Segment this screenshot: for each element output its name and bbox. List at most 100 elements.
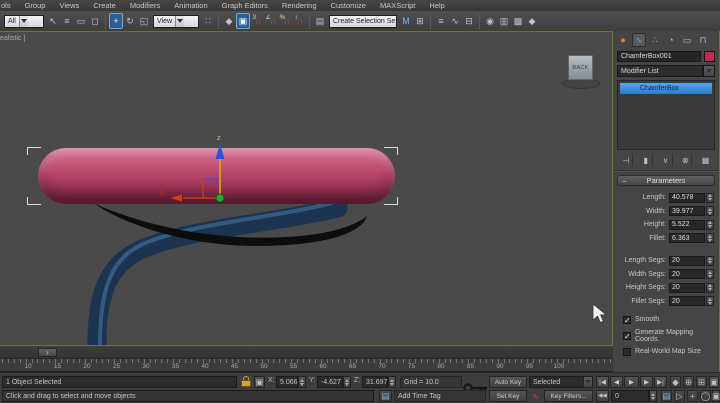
length-segs-field[interactable]: 20 bbox=[669, 256, 705, 266]
modifier-list-dropdown[interactable]: Modifier List bbox=[617, 65, 703, 77]
align-button[interactable]: ⊞ bbox=[413, 13, 427, 29]
spinner-snap-button[interactable]: ↕∩ bbox=[292, 13, 306, 29]
x-coord-field[interactable]: 5.066 bbox=[276, 376, 298, 388]
gizmo-x-arrowhead[interactable] bbox=[170, 195, 182, 202]
render-production-button[interactable]: ◆ bbox=[525, 13, 539, 29]
pan-button[interactable]: + bbox=[687, 390, 698, 402]
reference-coordinate-dropdown[interactable]: View bbox=[153, 15, 199, 28]
select-and-move-button[interactable]: + bbox=[109, 13, 123, 29]
menu-group[interactable]: Group bbox=[18, 1, 53, 10]
height-segs-field[interactable]: 20 bbox=[669, 283, 705, 293]
fillet-segs-field[interactable]: 20 bbox=[669, 296, 705, 306]
curve-editor-button[interactable]: ∿ bbox=[448, 13, 462, 29]
maximize-viewport-button[interactable]: ▣ bbox=[712, 390, 720, 402]
y-coord-spinner[interactable] bbox=[343, 376, 351, 388]
menu-views[interactable]: Views bbox=[52, 1, 86, 10]
time-slider-handle[interactable] bbox=[38, 348, 57, 357]
add-time-tag-field[interactable]: Add Time Tag bbox=[394, 390, 486, 402]
menu-animation[interactable]: Animation bbox=[167, 1, 214, 10]
time-configuration-button[interactable]: ▤ bbox=[661, 390, 672, 402]
time-tag-button[interactable]: ▤ bbox=[379, 390, 392, 402]
render-setup-button[interactable]: ▥ bbox=[497, 13, 511, 29]
width-segs-spinner[interactable] bbox=[706, 269, 714, 279]
menu-maxscript[interactable]: MAXScript bbox=[373, 1, 422, 10]
dropdown-arrow-icon[interactable] bbox=[583, 377, 592, 387]
viewcube-face[interactable]: BACK bbox=[568, 55, 593, 80]
remove-modifier-button[interactable]: ⊗ bbox=[679, 154, 692, 166]
zoom-all-button[interactable]: ⊞ bbox=[696, 376, 707, 388]
smooth-checkbox[interactable] bbox=[623, 316, 631, 324]
real-world-map-size-checkbox[interactable] bbox=[623, 348, 631, 356]
keyboard-override-button[interactable]: ▤ bbox=[313, 13, 327, 29]
rendered-frame-button[interactable]: ▩ bbox=[511, 13, 525, 29]
menu-customize[interactable]: Customize bbox=[324, 1, 373, 10]
menu-rendering[interactable]: Rendering bbox=[275, 1, 324, 10]
tab-modify[interactable]: ∿ bbox=[632, 33, 646, 47]
select-and-manipulate-button[interactable]: ◆ bbox=[222, 13, 236, 29]
snap-toggle-button[interactable]: ▣ bbox=[236, 13, 250, 29]
z-coord-field[interactable]: 31.697 bbox=[362, 376, 388, 388]
use-center-button[interactable]: ∷ bbox=[201, 13, 215, 29]
height-field[interactable]: 5.522 bbox=[669, 220, 705, 230]
length-segs-spinner[interactable] bbox=[706, 256, 714, 266]
pin-stack-button[interactable]: ⊣ bbox=[620, 154, 633, 166]
schematic-view-button[interactable]: ⊟ bbox=[462, 13, 476, 29]
show-end-result-button[interactable]: ▮ bbox=[640, 154, 653, 166]
x-coord-spinner[interactable] bbox=[298, 376, 306, 388]
time-slider-track[interactable] bbox=[0, 346, 613, 359]
auto-key-button[interactable]: Auto Key bbox=[489, 376, 527, 388]
width-field[interactable]: 39.977 bbox=[669, 206, 705, 216]
goto-start-button[interactable]: |◀ bbox=[596, 376, 609, 388]
select-by-name-button[interactable]: ≡ bbox=[60, 13, 74, 29]
fillet-field[interactable]: 6.363 bbox=[669, 233, 705, 243]
mirror-button[interactable]: M bbox=[399, 13, 413, 29]
set-key-curve-button[interactable]: ∿ bbox=[529, 390, 542, 402]
selection-filter-dropdown[interactable]: All bbox=[4, 15, 44, 28]
select-object-button[interactable]: ↖ bbox=[46, 13, 60, 29]
y-coord-field[interactable]: -4.627 bbox=[317, 376, 343, 388]
object-color-swatch[interactable] bbox=[704, 51, 715, 62]
generate-mapping-coords-checkbox[interactable] bbox=[623, 332, 631, 340]
key-filters-button[interactable]: Key Filters... bbox=[544, 390, 593, 402]
tab-utilities[interactable]: ⊓ bbox=[696, 33, 710, 47]
set-key-button[interactable]: Set Key bbox=[489, 390, 527, 402]
timeline-ruler[interactable]: 101520253035404550556065707580859095100 bbox=[0, 359, 613, 372]
snaps-toggle-3d-button[interactable]: 3∩ bbox=[250, 13, 264, 29]
configure-modifier-sets-button[interactable]: ▦ bbox=[699, 154, 712, 166]
width-segs-field[interactable]: 20 bbox=[669, 269, 705, 279]
zoom-region-button[interactable]: ▷ bbox=[674, 390, 685, 402]
fillet-segs-spinner[interactable] bbox=[706, 296, 714, 306]
selection-lock-icon[interactable] bbox=[241, 376, 251, 387]
menu-create[interactable]: Create bbox=[86, 1, 123, 10]
tab-display[interactable]: ▭ bbox=[680, 33, 694, 47]
select-and-rotate-button[interactable]: ↻ bbox=[123, 13, 137, 29]
height-segs-spinner[interactable] bbox=[706, 283, 714, 293]
tab-hierarchy[interactable]: ∴ bbox=[648, 33, 662, 47]
menu-tools[interactable]: ols bbox=[0, 1, 18, 10]
modifier-stack[interactable]: ChamferBox bbox=[617, 80, 715, 150]
gizmo-center-handle[interactable] bbox=[216, 194, 224, 202]
previous-frame-button[interactable]: ◀ bbox=[610, 376, 623, 388]
zoom-extents-button[interactable]: ▣ bbox=[709, 376, 719, 388]
menu-modifiers[interactable]: Modifiers bbox=[123, 1, 167, 10]
stack-item-chamferbox[interactable]: ChamferBox bbox=[620, 83, 712, 94]
material-editor-button[interactable]: ◉ bbox=[483, 13, 497, 29]
perspective-viewport[interactable]: ealistic ] z x BACK bbox=[0, 31, 613, 346]
modifier-list-arrow-icon[interactable] bbox=[703, 65, 715, 77]
make-unique-button[interactable]: ∨ bbox=[660, 154, 673, 166]
window-crossing-button[interactable]: ◻ bbox=[88, 13, 102, 29]
zoom-button[interactable]: ⊕ bbox=[683, 376, 694, 388]
absolute-mode-button[interactable]: ▣ bbox=[254, 376, 265, 388]
frame-spinner[interactable] bbox=[649, 390, 657, 402]
menu-graph-editors[interactable]: Graph Editors bbox=[215, 1, 275, 10]
play-button[interactable]: ▶ bbox=[624, 376, 639, 388]
length-spinner[interactable] bbox=[706, 193, 714, 203]
previous-key-button[interactable]: ◀◀ bbox=[596, 390, 609, 402]
dropdown-arrow-icon[interactable] bbox=[19, 16, 28, 27]
viewcube[interactable]: BACK bbox=[560, 48, 602, 90]
parameters-rollout-header[interactable]: − Parameters bbox=[617, 175, 715, 186]
object-name-field[interactable]: ChamferBox001 bbox=[617, 51, 701, 62]
height-spinner[interactable] bbox=[706, 220, 714, 230]
layer-manager-button[interactable]: ≡ bbox=[434, 13, 448, 29]
selection-region-button[interactable]: ▭ bbox=[74, 13, 88, 29]
